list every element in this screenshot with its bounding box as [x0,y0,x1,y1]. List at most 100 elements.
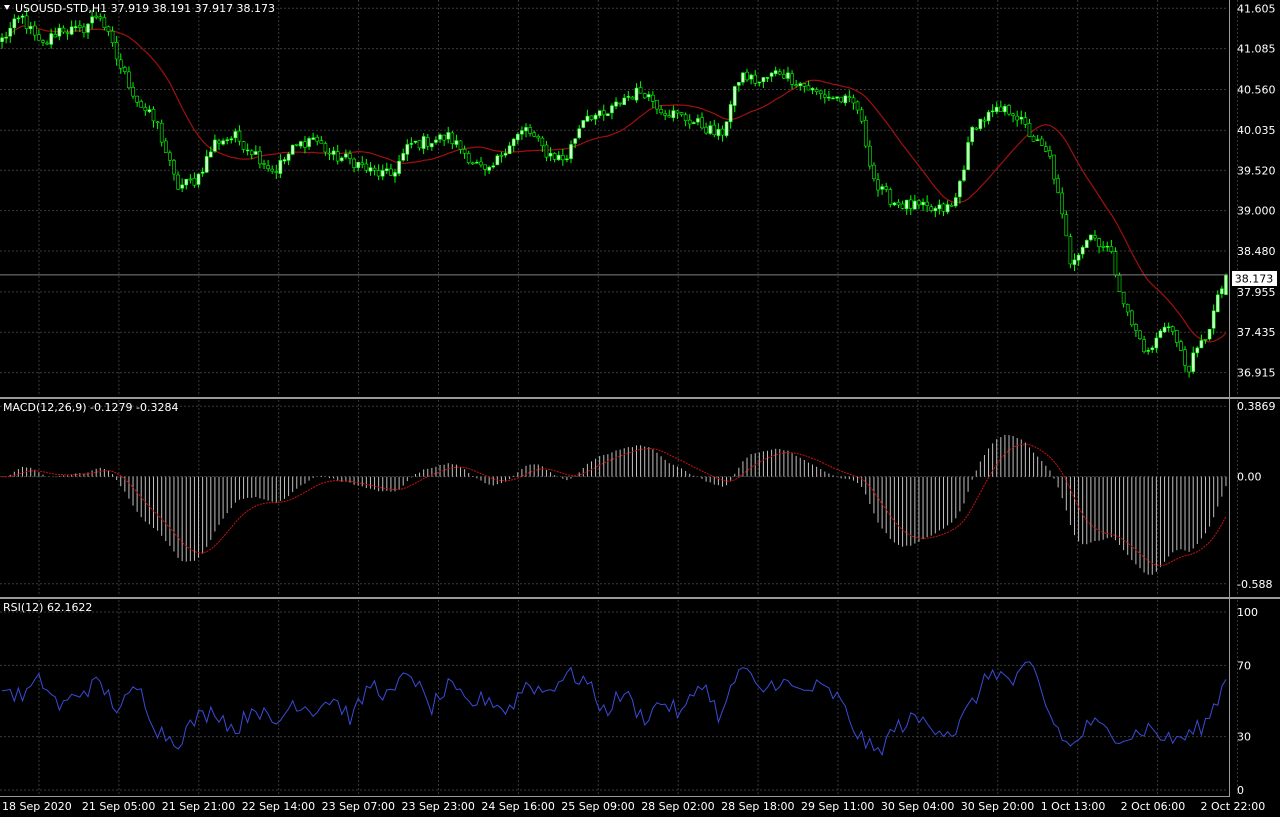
candle-body [393,172,397,177]
candle-body [585,115,590,122]
candle-body [1215,294,1220,313]
candle-body [520,130,524,135]
candle-body [737,82,741,86]
candle-body [1031,135,1036,142]
candle-body [999,106,1003,112]
x-tick-label: 21 Sep 05:00 [82,800,155,813]
candle-body [1142,339,1146,352]
candle-body [782,74,786,79]
candle[interactable] [1084,239,1089,248]
candle-body [430,143,434,148]
candle[interactable] [872,162,876,182]
candle-body [765,77,770,79]
candle-body [888,189,893,205]
candle-body [163,140,168,153]
candle-body [638,87,643,94]
candle[interactable] [581,120,586,129]
candle-body [446,132,451,140]
x-tick-label: 23 Sep 23:00 [402,800,475,813]
candle[interactable] [1207,328,1212,341]
candle[interactable] [290,144,295,155]
candle[interactable] [1224,273,1228,295]
candle-body [1179,341,1183,351]
x-tick-label: 29 Sep 11:00 [801,800,874,813]
candle-body [1052,154,1056,180]
candle-body [1109,246,1114,252]
candle-body [78,25,82,28]
candle[interactable] [724,121,729,138]
candle[interactable] [1113,247,1118,278]
candle[interactable] [863,115,868,149]
candle-body [937,204,942,210]
candle-body [28,26,33,30]
candle-body [1125,304,1130,313]
candle[interactable] [888,187,893,208]
candle[interactable] [1130,309,1134,327]
y-tick-label: -0.588 [1237,578,1272,591]
candle-body [917,200,921,206]
candle-body [41,40,45,43]
candle-body [245,149,250,152]
candle-body [49,33,53,45]
candle-body [1175,330,1179,343]
candle-body [597,110,602,116]
candle-body [139,101,144,108]
candle[interactable] [1179,339,1183,351]
candle-body [1007,105,1011,115]
candle[interactable] [1068,233,1073,269]
candle-body [589,115,594,120]
candle-body [900,203,905,209]
candle[interactable] [1117,272,1122,292]
candle-body [994,106,999,112]
candle-body [802,83,807,87]
candle-body [1072,259,1077,265]
symbol-header[interactable]: USOUSD-STD,H1 37.919 38.191 37.917 38.17… [15,2,275,15]
candle-body [651,94,655,102]
candle-body [364,163,369,171]
candle-body [655,99,659,110]
candle-body [949,204,954,207]
candle-body [360,162,365,165]
trading-chart[interactable]: 41.605 41.085 40.560 40.035 39.520 39.000 38.4… [0,0,1280,817]
candle-body [372,167,377,171]
candle-body [1224,274,1228,295]
candle-body [458,140,463,150]
candle-body [855,101,860,111]
candle-body [863,119,868,147]
candle-body [499,154,504,157]
y-tick-label: 41.605 [1237,2,1276,15]
candle-body [548,153,553,157]
candle-body [646,94,651,98]
candle-body [1113,251,1118,276]
candle-body [114,42,119,60]
candle[interactable] [606,113,610,116]
candle-body [982,119,987,122]
x-tick-label: 28 Sep 18:00 [721,800,794,813]
candle-body [65,32,70,34]
candle-body [1011,113,1015,116]
candle-body [843,95,848,104]
candle-body [753,74,758,84]
candle[interactable] [1064,210,1069,237]
candle-body [1117,275,1122,292]
candle-body [1170,326,1175,332]
candle-body [32,25,37,36]
candle-body [561,155,565,161]
candle-body [978,118,983,129]
candle-body [495,155,500,166]
candle-body [675,110,680,114]
candle-body [1015,115,1019,121]
candle[interactable] [495,154,500,166]
candle-body [556,154,561,160]
y-tick-label: 0.3869 [1237,400,1276,413]
candle[interactable] [1138,330,1142,340]
candle-body [380,170,385,177]
candle-body [1150,347,1155,350]
candle-body [405,144,410,155]
candle[interactable] [642,92,647,99]
candle[interactable] [1007,104,1011,116]
candle-body [700,117,704,129]
candle-body [262,163,266,165]
candle-body [233,131,238,139]
candle-body [143,107,148,111]
